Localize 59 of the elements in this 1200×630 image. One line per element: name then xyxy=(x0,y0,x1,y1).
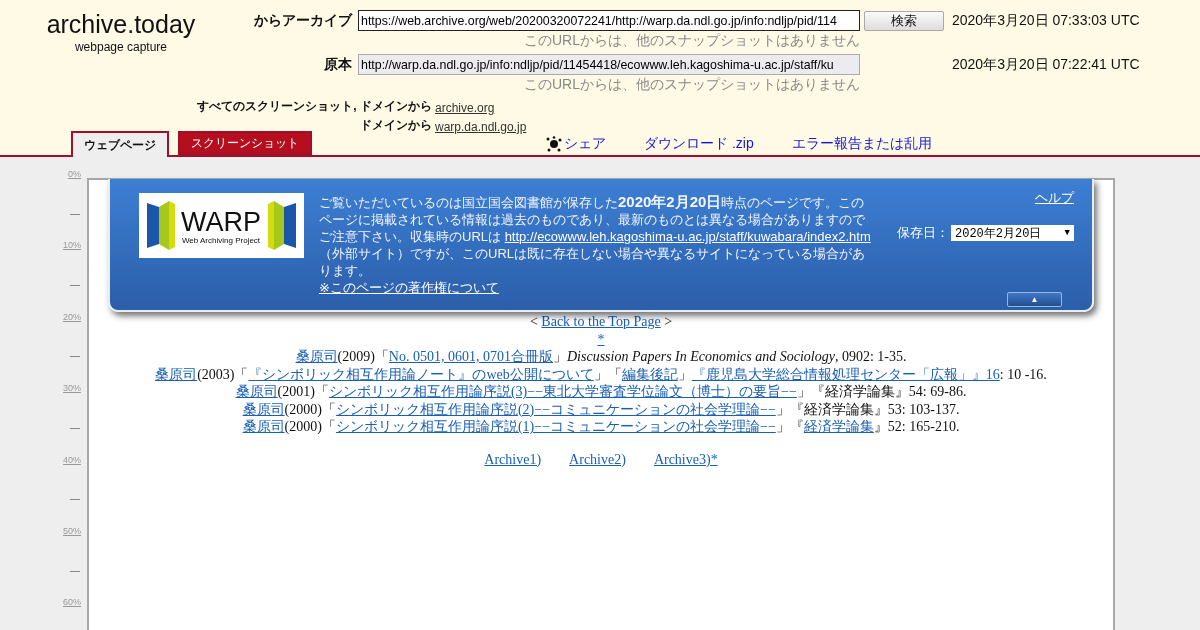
action-link[interactable]: ダウンロード .zip xyxy=(644,135,754,153)
site-title: archive.today xyxy=(46,10,196,39)
citation-link[interactable]: シンボリック相互作用論序説(3)−−東北大学審査学位論文（博士）の要旨−− xyxy=(328,384,797,399)
citation-line: 桑原司(2000)「シンボリック相互作用論序説(2)−−コミュニケーションの社会学理論−−」『経済学論集』53: 103-137. xyxy=(242,400,960,418)
tab[interactable]: スクリーンショット xyxy=(178,131,312,155)
citation-line: 桑原司(2000)「シンボリック相互作用論序説(1)−−コミュニケーションの社会学理論−−」『経済学論集』52: 165-210. xyxy=(242,418,960,436)
citation-link[interactable]: 経済学論集 xyxy=(803,419,874,434)
action-link[interactable]: エラー報告または乱用 xyxy=(791,135,932,153)
screenshots-label: すべてのスクリーンショット, ドメインから xyxy=(196,98,432,115)
ruler-tick xyxy=(70,213,80,215)
warp-logo: WARP Web Archiving Project xyxy=(139,193,304,258)
archive-link[interactable]: Archive2) xyxy=(569,451,626,468)
citation-link[interactable]: 『鹿児島大学総合情報処理センター「広報」』16 xyxy=(691,366,1000,382)
help-link[interactable]: ヘルプ xyxy=(1035,189,1074,207)
share-link[interactable]: シェア xyxy=(546,135,606,153)
screenshots-label: ドメインから xyxy=(359,117,432,134)
url-field[interactable]: http://warp.da.ndl.go.jp/info:ndljp/pid/11454418/ecowww.leh.kagoshima-u.ac.jp/staff/ku xyxy=(358,54,860,75)
citation-link[interactable]: シンボリック相互作用論序説(1)−−コミュニケーションの社会学理論−− xyxy=(335,419,776,434)
archive-link[interactable]: Archive1) xyxy=(484,451,542,468)
ruler-tick xyxy=(70,356,80,358)
back-link-line: < Back to the Top Page > xyxy=(529,313,673,331)
search-button[interactable]: 検索 xyxy=(864,10,944,31)
collapse-button[interactable]: ▲ xyxy=(1007,292,1062,307)
capture-date: 2020年3月20日 07:22:41 UTC xyxy=(951,55,1140,74)
citation-line: 桑原司(2001)「シンボリック相互作用論序説(3)−−東北大学審査学位論文（博士）の要旨−−」『経済学論集』54: 69-86. xyxy=(235,383,967,401)
ruler-tick xyxy=(70,284,80,286)
ruler-tick xyxy=(70,499,80,501)
capture-date: 2020年3月20日 07:33:03 UTC xyxy=(951,11,1140,30)
url-field[interactable]: https://web.archive.org/web/20200320072241/http://warp.da.ndl.go.jp/info:ndljp/pid/114 xyxy=(358,10,860,31)
snapshot-note: このURLからは、他のスナップショットはありません xyxy=(523,76,860,94)
snapshot-note: このURLからは、他のスナップショットはありません xyxy=(523,32,860,50)
copyright-link[interactable]: ※このページの著作権について xyxy=(319,280,499,295)
citation-link[interactable]: 桑原司 xyxy=(242,419,285,434)
star-link[interactable]: * xyxy=(597,331,605,347)
citation-link[interactable]: 桑原司 xyxy=(235,384,278,399)
field-label: 原本 xyxy=(323,55,353,74)
field-label: からアーカイブ xyxy=(253,11,354,30)
ruler-tick xyxy=(70,570,80,572)
citation-line: 桑原司(2009)「No. 0501, 0601, 0701合冊版」Discussion Papers In Economics and Sociology, 0902: 1-35. xyxy=(295,348,907,366)
citation-link[interactable]: シンボリック相互作用論序説(2)−−コミュニケーションの社会学理論−− xyxy=(335,401,776,417)
citation-link[interactable]: 桑原司 xyxy=(295,349,338,364)
back-link[interactable]: Back to the Top Page xyxy=(541,314,661,329)
citation-link[interactable]: 桑原司 xyxy=(242,401,285,417)
domain-link[interactable]: archive.org xyxy=(435,101,495,115)
citation-link[interactable]: 『シンボリック相互作用論ノート』のweb公開について xyxy=(248,366,594,382)
ruler-tick xyxy=(70,427,80,429)
citation-link[interactable]: No. 0501, 0601, 0701合冊版 xyxy=(388,349,553,364)
archive-link[interactable]: Archive3)* xyxy=(653,451,718,468)
tab[interactable]: ウェブページ xyxy=(71,131,169,157)
citation-link[interactable]: 編集後記 xyxy=(621,366,678,382)
archive-notice: ご覧いただいているのは国立国会図書館が保存した2020年2月20日時点のページです。このページに掲載されている情報は過去のものであり、最新のものとは異なる場合がありますのでご注意下さい。収集時のURLは http://ecowww.leh.kagoshima-u.ac.jp/staff/kuwabara/index2.htm （外部サイト）ですが、このURLは既に存在しない場合や異なるサイトになっている場合があります。 xyxy=(319,195,871,278)
site-subtitle: webpage capture xyxy=(74,40,168,54)
date-select[interactable]: 2020年2月20日 ▼ xyxy=(951,225,1074,241)
domain-link[interactable]: warp.da.ndl.go.jp xyxy=(435,120,527,134)
citation-link[interactable]: 桑原司 xyxy=(155,366,198,382)
saved-date-label: 保存日： xyxy=(897,224,949,242)
citation-line: 桑原司(2003)「『シンボリック相互作用論ノート』のweb公開について」「編集後記」『鹿児島大学総合情報処理センター「広報」』16: 10 -16. xyxy=(155,365,1047,383)
original-url-link[interactable]: http://ecowww.leh.kagoshima-u.ac.jp/staff/kuwabara/index2.htm xyxy=(504,229,871,244)
splat-icon xyxy=(546,136,562,152)
